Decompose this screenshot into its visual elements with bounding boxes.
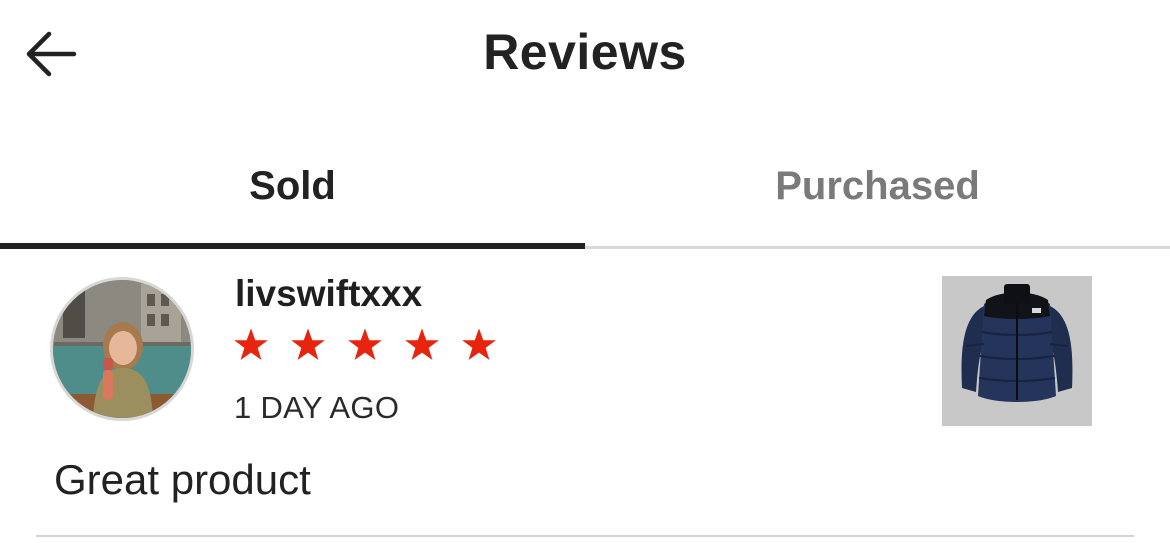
active-tab-indicator — [0, 243, 585, 249]
username[interactable]: livswiftxxx — [235, 272, 422, 316]
avatar[interactable] — [50, 277, 194, 421]
tab-bar: Sold Purchased — [0, 130, 1170, 250]
tab-purchased-label: Purchased — [775, 164, 980, 208]
page-title: Reviews — [483, 24, 687, 80]
review-divider — [36, 535, 1134, 537]
star-icon — [405, 328, 439, 361]
star-icon — [348, 328, 382, 361]
profile-photo — [53, 280, 191, 418]
star-icon — [291, 328, 325, 361]
header: Reviews — [0, 0, 1170, 110]
star-rating — [232, 326, 498, 370]
product-thumbnail[interactable] — [942, 276, 1092, 426]
tab-sold-label: Sold — [249, 164, 336, 208]
tab-underline — [585, 246, 1170, 249]
review-item: livswiftxxx 1 DAY AGO Great product — [0, 250, 1170, 543]
review-text: Great product — [54, 456, 311, 503]
navy-puffer-jacket — [942, 276, 1092, 426]
star-icon — [234, 328, 268, 361]
review-timestamp: 1 DAY AGO — [234, 390, 400, 425]
tab-sold[interactable]: Sold — [0, 130, 585, 250]
star-icon — [462, 328, 496, 361]
tab-purchased[interactable]: Purchased — [585, 130, 1170, 250]
